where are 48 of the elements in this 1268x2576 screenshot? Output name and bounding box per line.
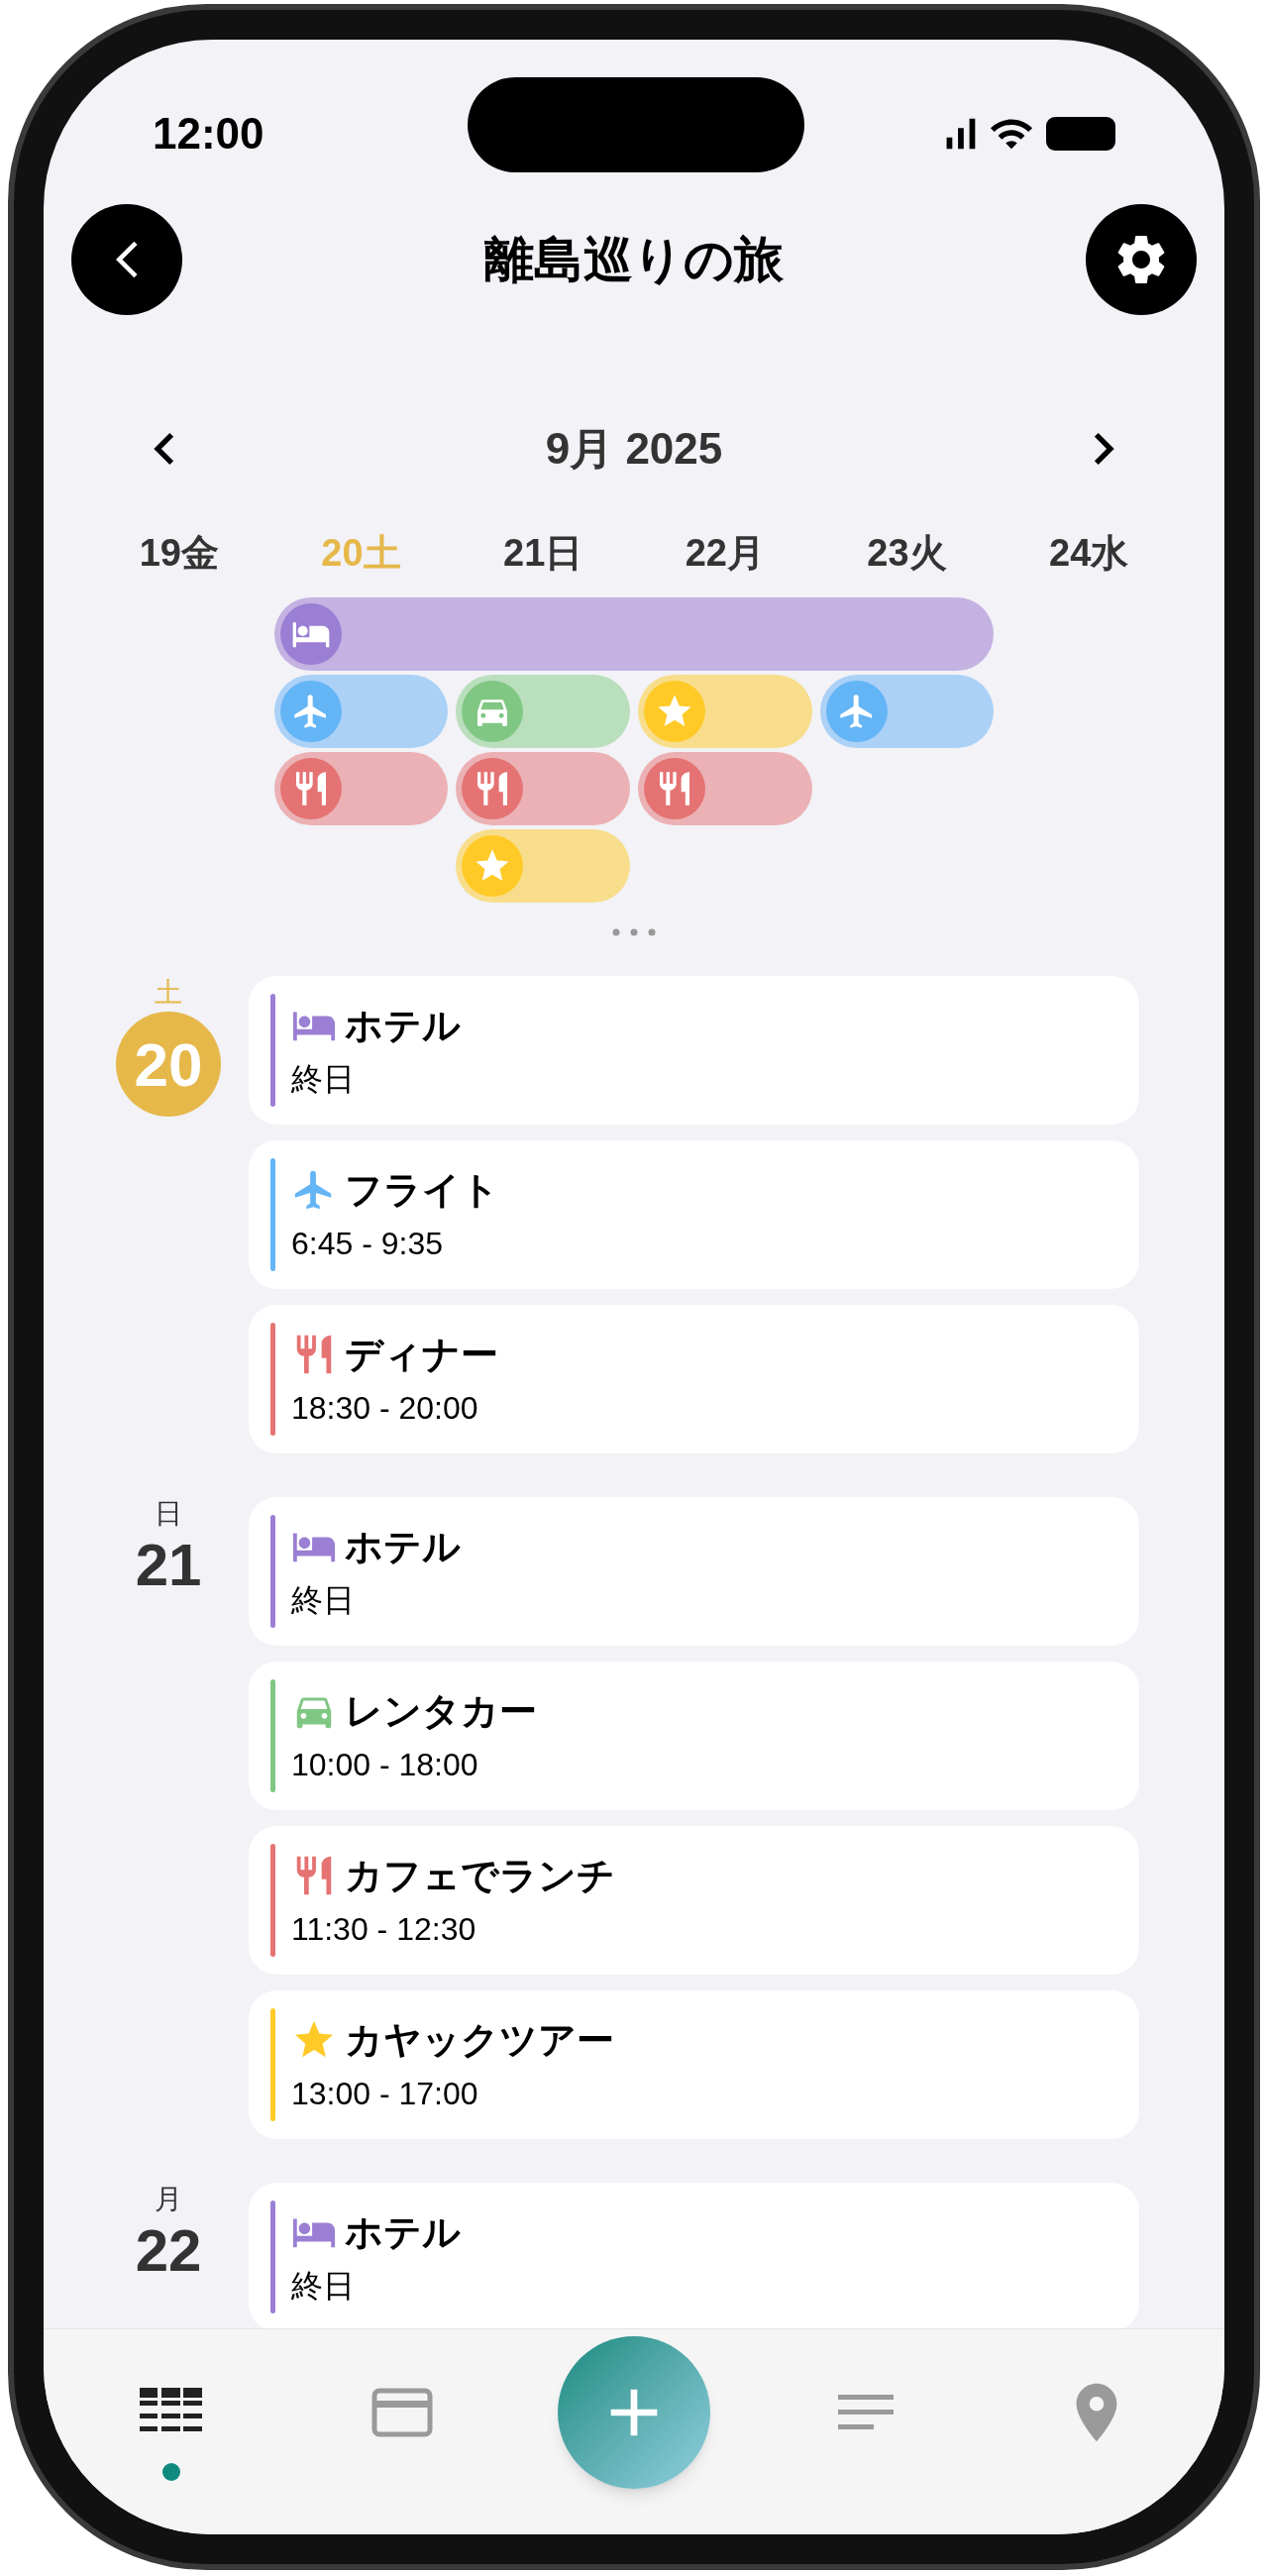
event-title: カヤックツアー (345, 2018, 614, 2063)
fork-knife-icon (462, 758, 524, 819)
event-time: 終日 (291, 1581, 356, 1619)
status-time: 12:00 (153, 109, 264, 159)
event-card[interactable]: ホテル 終日 (249, 1497, 1139, 1646)
day-label[interactable]: 24水 (1049, 528, 1129, 578)
airplane-icon (825, 681, 888, 742)
event-title: ディナー (345, 1333, 498, 1377)
month-label: 9月 2025 (545, 423, 723, 475)
event-time: 13:00 - 17:00 (291, 2075, 479, 2112)
lines-icon[interactable] (837, 2392, 894, 2432)
trip-title: 離島巡りの旅 (484, 230, 784, 289)
bed-icon (279, 603, 342, 665)
event-card[interactable]: カヤックツアー 13:00 - 17:00 (249, 1990, 1139, 2139)
event-card[interactable]: レンタカー 10:00 - 18:00 (249, 1662, 1139, 1810)
event-time: 6:45 - 9:35 (291, 1225, 444, 1262)
fork-knife-icon (279, 758, 342, 819)
day-label[interactable]: 23火 (867, 528, 947, 578)
event-time: 終日 (291, 2267, 356, 2305)
weekday-label: 日 (155, 1497, 182, 1531)
weekday-label: 土 (155, 976, 182, 1010)
airplane-icon (279, 681, 342, 742)
battery-icon (1046, 117, 1115, 151)
weekday-label: 月 (155, 2183, 182, 2216)
date-number: 21 (135, 1531, 202, 1600)
event-card[interactable]: カフェでランチ 11:30 - 12:30 (249, 1826, 1139, 1975)
event-card[interactable]: フライト 6:45 - 9:35 (249, 1140, 1139, 1289)
event-card[interactable]: ディナー 18:30 - 20:00 (249, 1305, 1139, 1453)
event-title: カフェでランチ (345, 1854, 615, 1898)
event-title: フライト (345, 1168, 499, 1213)
event-time: 18:30 - 20:00 (291, 1389, 479, 1427)
event-time: 10:00 - 18:00 (291, 1746, 479, 1783)
day-label[interactable]: 19金 (139, 528, 219, 578)
event-title: ホテル (345, 2210, 461, 2255)
event-title: レンタカー (345, 1689, 537, 1734)
event-card[interactable]: ホテル 終日 (249, 976, 1139, 1125)
event-card[interactable]: ホテル 終日 (249, 2183, 1139, 2328)
card-icon[interactable] (371, 2387, 434, 2437)
date-number: 22 (135, 2216, 202, 2286)
event-time: 終日 (291, 1060, 356, 1098)
date-badge: 20 (116, 1012, 221, 1117)
day-label[interactable]: 21日 (503, 528, 583, 578)
event-title: ホテル (345, 1525, 461, 1569)
car-icon (462, 681, 524, 742)
event-title: ホテル (345, 1004, 461, 1048)
event-time: 11:30 - 12:30 (291, 1910, 477, 1948)
fork-knife-icon (644, 758, 705, 819)
day-label[interactable]: 22月 (685, 528, 765, 578)
